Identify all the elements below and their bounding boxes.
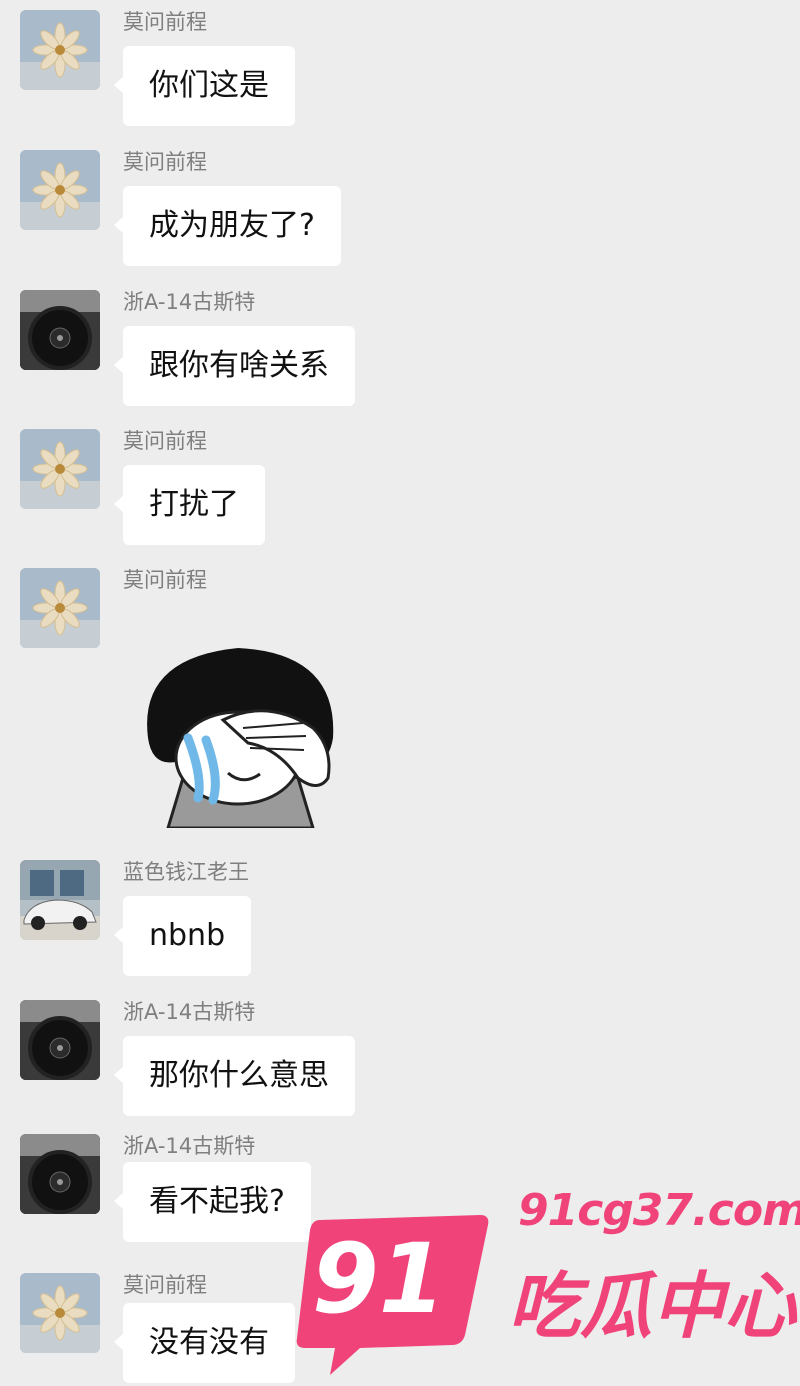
sender-name: 浙A-14古斯特 <box>123 1000 256 1024</box>
sender-name: 莫问前程 <box>123 10 207 34</box>
steering-wheel-avatar-icon[interactable] <box>20 1134 100 1214</box>
message-bubble[interactable]: 那你什么意思 <box>114 1036 355 1116</box>
watermark-url: 91cg37.com <box>518 1185 800 1236</box>
flower-avatar-icon[interactable] <box>20 150 100 230</box>
site-watermark: 91 91cg37.com 吃瓜中心 <box>290 1185 800 1386</box>
message-bubble[interactable]: 跟你有啥关系 <box>114 326 355 406</box>
watermark-number: 91 <box>312 1223 446 1335</box>
message-bubble[interactable]: 没有没有 <box>114 1303 295 1383</box>
sender-name: 蓝色钱江老王 <box>123 860 249 884</box>
message-bubble[interactable]: 你们这是 <box>114 46 295 126</box>
car-avatar-icon[interactable] <box>20 860 100 940</box>
watermark-brand: 吃瓜中心 <box>508 1264 797 1348</box>
flower-avatar-icon[interactable] <box>20 1273 100 1353</box>
flower-avatar-icon[interactable] <box>20 429 100 509</box>
message-bubble[interactable]: nbnb <box>113 896 252 976</box>
sender-name: 莫问前程 <box>123 429 207 453</box>
message-bubble[interactable]: 成为朋友了? <box>114 186 341 266</box>
sender-name: 浙A-14古斯特 <box>123 1134 256 1158</box>
message-bubble[interactable]: 打扰了 <box>114 465 265 545</box>
flower-avatar-icon[interactable] <box>20 568 100 648</box>
sender-name: 莫问前程 <box>123 150 207 174</box>
crying-face-sticker[interactable] <box>128 628 358 830</box>
message-bubble[interactable]: 看不起我? <box>114 1162 311 1242</box>
steering-wheel-avatar-icon[interactable] <box>20 290 100 370</box>
flower-avatar-icon[interactable] <box>20 10 100 90</box>
sender-name: 浙A-14古斯特 <box>123 290 256 314</box>
sender-name: 莫问前程 <box>123 1273 207 1297</box>
steering-wheel-avatar-icon[interactable] <box>20 1000 100 1080</box>
sender-name: 莫问前程 <box>123 568 207 592</box>
